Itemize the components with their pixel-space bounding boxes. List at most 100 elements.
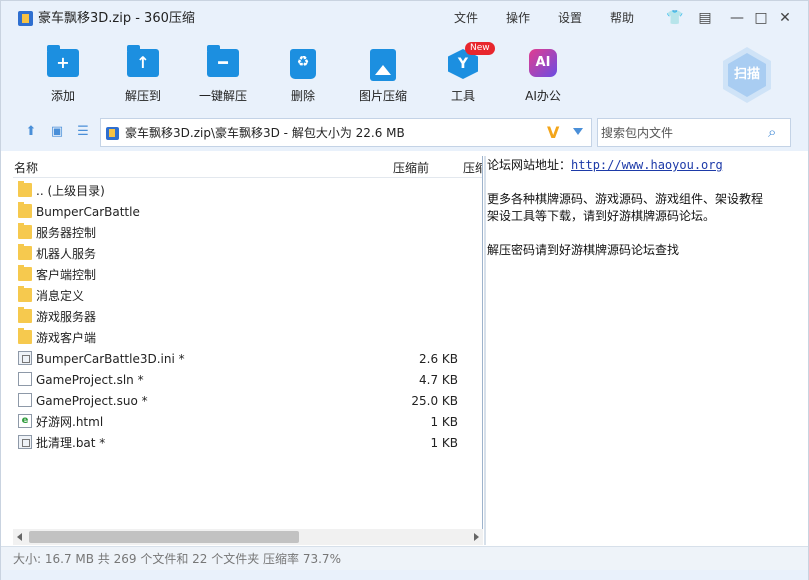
- folder-icon: [18, 244, 32, 260]
- add-folder-icon: +: [47, 45, 79, 77]
- chevron-down-icon[interactable]: [573, 128, 583, 135]
- tools-label: 工具: [450, 89, 475, 103]
- list-item[interactable]: .. (上级目录): [13, 180, 482, 201]
- one-click-extract-label: 一键解压: [198, 89, 247, 103]
- file-size: 25.0 KB: [411, 394, 458, 408]
- folder-icon: [18, 307, 32, 323]
- comment-line-3: 架设工具等下载，请到好游棋牌源码论坛。: [487, 209, 716, 223]
- comment-line-1: 论坛网站地址：http://www.haoyou.org: [487, 157, 723, 174]
- file-name: BumperCarBattle: [36, 205, 140, 219]
- extract-to-button[interactable]: ↑ 解压到: [108, 45, 178, 104]
- list-item[interactable]: 游戏服务器: [13, 306, 482, 327]
- file-name: 服务器控制: [36, 226, 97, 240]
- file-name: .. (上级目录): [36, 184, 105, 198]
- list-item[interactable]: 机器人服务: [13, 243, 482, 264]
- app-archive-icon: [18, 11, 33, 26]
- menu-help[interactable]: 帮助: [610, 10, 634, 27]
- forum-link[interactable]: http://www.haoyou.org: [571, 158, 723, 172]
- list-item[interactable]: GameProject.sln * 4.7 KB: [13, 369, 482, 390]
- list-view-icon[interactable]: ☰: [76, 125, 90, 139]
- file-name: GameProject.sln *: [36, 373, 144, 387]
- trash-icon: ♻: [290, 49, 316, 79]
- file-size: 1 KB: [430, 436, 458, 450]
- list-item[interactable]: 批清理.bat * 1 KB: [13, 432, 482, 453]
- verified-v-icon: V: [547, 123, 560, 142]
- folder-icon: [18, 181, 32, 197]
- search-input[interactable]: [601, 124, 761, 142]
- comment-line-2: 更多各种棋牌源码、游戏源码、游戏组件、架设教程: [487, 192, 764, 206]
- add-label: 添加: [50, 89, 75, 103]
- column-size-after[interactable]: 压缩: [463, 160, 482, 176]
- skin-shirt-icon[interactable]: 👕: [666, 9, 684, 27]
- list-item[interactable]: BumperCarBattle: [13, 201, 482, 222]
- list-item[interactable]: 服务器控制: [13, 222, 482, 243]
- list-header: 名称 压缩前 压缩: [13, 156, 482, 178]
- maximize-icon[interactable]: □: [752, 9, 770, 27]
- minimize-icon[interactable]: —: [728, 9, 746, 27]
- archive-comment: 论坛网站地址：http://www.haoyou.org 更多各种棋牌源码、游戏…: [486, 156, 799, 545]
- add-button[interactable]: + 添加: [28, 45, 98, 104]
- file-size: 1 KB: [430, 415, 458, 429]
- list-item[interactable]: BumperCarBattle3D.ini * 2.6 KB: [13, 348, 482, 369]
- scroll-right-icon[interactable]: [474, 533, 479, 541]
- window-title: 豪车飘移3D.zip - 360压缩: [38, 11, 195, 26]
- archive-path: 豪车飘移3D.zip\豪车飘移3D - 解包大小为 22.6 MB: [125, 126, 405, 140]
- feedback-icon[interactable]: ▤: [696, 9, 714, 27]
- address-bar[interactable]: 豪车飘移3D.zip\豪车飘移3D - 解包大小为 22.6 MB V: [100, 118, 592, 147]
- search-icon[interactable]: ⌕: [768, 124, 784, 140]
- menu-settings[interactable]: 设置: [558, 10, 582, 27]
- search-box[interactable]: ⌕: [597, 118, 791, 147]
- tools-button[interactable]: Y 工具: [428, 49, 498, 104]
- column-name[interactable]: 名称: [14, 160, 38, 176]
- file-size: 4.7 KB: [419, 373, 458, 387]
- address-bar-row: ⬆ ▣ ☰ 豪车飘移3D.zip\豪车飘移3D - 解包大小为 22.6 MB …: [1, 115, 808, 151]
- image-icon: [370, 49, 396, 81]
- comment-line-4: 解压密码请到好游棋牌源码论坛查找: [487, 243, 680, 257]
- folder-icon: [18, 223, 32, 239]
- file-name: 消息定义: [36, 289, 85, 303]
- list-item[interactable]: 游戏客户端: [13, 327, 482, 348]
- ai-office-button[interactable]: AI AI办公: [508, 49, 578, 104]
- list-item[interactable]: 消息定义: [13, 285, 482, 306]
- horizontal-scrollbar[interactable]: [13, 529, 483, 545]
- column-size-before[interactable]: 压缩前: [393, 160, 429, 176]
- menu-file[interactable]: 文件: [454, 10, 478, 27]
- thumbnail-view-icon[interactable]: ▣: [50, 125, 64, 139]
- file-name: 客户端控制: [36, 268, 97, 282]
- file-name: 好游网.html: [36, 415, 104, 429]
- forum-label: 论坛网站地址：: [487, 158, 572, 172]
- extract-to-label: 解压到: [124, 89, 161, 103]
- file-name: GameProject.suo *: [36, 394, 148, 408]
- scroll-thumb[interactable]: [29, 531, 299, 543]
- close-icon[interactable]: ✕: [776, 9, 794, 27]
- zip-archive-icon: [106, 127, 119, 140]
- extract-to-icon: ↑: [127, 45, 159, 77]
- delete-button[interactable]: ♻ 删除: [268, 49, 338, 104]
- main-window: 豪车飘移3D.zip - 360压缩 文件 操作 设置 帮助 👕 ▤ — □ ✕…: [0, 0, 809, 580]
- scroll-left-icon[interactable]: [17, 533, 22, 541]
- folder-icon: [18, 286, 32, 302]
- document-icon: [18, 393, 32, 407]
- folder-icon: [18, 328, 32, 344]
- menu-operation[interactable]: 操作: [506, 10, 530, 27]
- file-name: 批清理.bat *: [36, 436, 106, 450]
- folder-icon: [18, 202, 32, 218]
- up-arrow-icon[interactable]: ⬆: [24, 125, 38, 139]
- html-file-icon: e: [18, 414, 32, 428]
- ai-office-label: AI办公: [525, 89, 561, 103]
- list-item[interactable]: GameProject.suo * 25.0 KB: [13, 390, 482, 411]
- toolbar: + 添加 ↑ 解压到 ━ 一键解压 ♻ 删除 图片压缩 Y 工具 New AI …: [1, 35, 808, 115]
- ai-icon: AI: [529, 49, 557, 77]
- title-bar: 豪车飘移3D.zip - 360压缩 文件 操作 设置 帮助 👕 ▤ — □ ✕: [1, 1, 808, 35]
- one-click-extract-button[interactable]: ━ 一键解压: [188, 45, 258, 104]
- image-compress-button[interactable]: 图片压缩: [348, 49, 418, 104]
- status-bar: 大小: 16.7 MB 共 269 个文件和 22 个文件夹 压缩率 73.7%: [1, 546, 808, 570]
- file-name: 机器人服务: [36, 247, 97, 261]
- list-item[interactable]: 客户端控制: [13, 264, 482, 285]
- one-click-extract-icon: ━: [207, 45, 239, 77]
- list-item[interactable]: e 好游网.html 1 KB: [13, 411, 482, 432]
- file-name: 游戏服务器: [36, 310, 97, 324]
- delete-label: 删除: [290, 89, 315, 103]
- status-text: 大小: 16.7 MB 共 269 个文件和 22 个文件夹 压缩率 73.7%: [13, 552, 341, 566]
- file-list: 名称 压缩前 压缩 .. (上级目录) BumperCarBattle 服务器控…: [13, 156, 483, 545]
